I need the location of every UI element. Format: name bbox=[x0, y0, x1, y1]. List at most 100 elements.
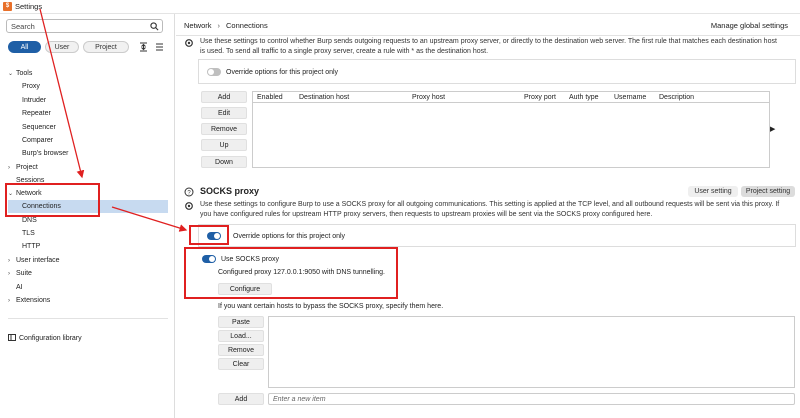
tree-item-sequencer[interactable]: Sequencer bbox=[22, 121, 56, 134]
upstream-override-toggle[interactable] bbox=[207, 68, 221, 76]
socks-description: Use these settings to configure Burp to … bbox=[200, 200, 796, 220]
table-header: Enabled Destination host Proxy host Prox… bbox=[253, 92, 769, 103]
new-item-input[interactable]: Enter a new item bbox=[268, 393, 795, 405]
tree-label: HTTP bbox=[22, 243, 41, 250]
socks-override-box: Override options for this project only bbox=[198, 224, 796, 247]
annotation-box-network bbox=[5, 183, 100, 217]
breadcrumb: Network › Connections bbox=[184, 21, 268, 30]
gear-icon bbox=[185, 39, 193, 47]
upstream-desc-line-2: is used. To send all traffic to a single… bbox=[200, 48, 489, 55]
tree-item-tools[interactable]: ⌄ Tools bbox=[8, 67, 32, 80]
tree-item-burps-browser[interactable]: Burp's browser bbox=[22, 147, 68, 160]
upstream-add-button[interactable]: Add bbox=[201, 91, 247, 103]
filter-all-button[interactable]: All bbox=[8, 41, 41, 53]
upstream-rules-table[interactable]: Enabled Destination host Proxy host Prox… bbox=[252, 91, 770, 168]
gear-icon bbox=[185, 202, 193, 210]
column-header[interactable]: Destination host bbox=[299, 94, 349, 101]
chevron-right-icon: › bbox=[8, 164, 10, 171]
chevron-right-icon: › bbox=[8, 270, 10, 277]
tree-label: Intruder bbox=[22, 97, 47, 104]
upstream-up-button[interactable]: Up bbox=[201, 139, 247, 151]
socks-desc-line-2: you have configured rules for upstream H… bbox=[200, 211, 653, 218]
tree-label: Extensions bbox=[16, 297, 51, 304]
library-icon bbox=[8, 334, 16, 343]
tree-item-project[interactable]: › Project bbox=[8, 161, 38, 174]
tree-item-user-interface[interactable]: › User interface bbox=[8, 254, 60, 267]
tree-label: User interface bbox=[16, 257, 60, 264]
upstream-down-button[interactable]: Down bbox=[201, 156, 247, 168]
search-icon[interactable] bbox=[148, 20, 160, 32]
tree-item-repeater[interactable]: Repeater bbox=[22, 107, 51, 120]
tree-item-ai[interactable]: AI bbox=[16, 281, 23, 294]
main-header: Network › Connections Manage global sett… bbox=[176, 14, 800, 36]
filter-bar: All User Project bbox=[8, 41, 165, 53]
title-bar: $ Settings bbox=[0, 0, 800, 14]
bypass-remove-button[interactable]: Remove bbox=[218, 344, 264, 356]
bypass-paste-button[interactable]: Paste bbox=[218, 316, 264, 328]
tree-item-http[interactable]: HTTP bbox=[22, 240, 40, 253]
bypass-add-button[interactable]: Add bbox=[218, 393, 264, 405]
tree-label: TLS bbox=[22, 230, 35, 237]
tree-label: Proxy bbox=[22, 83, 40, 90]
tree-item-extensions[interactable]: › Extensions bbox=[8, 294, 50, 307]
main-content: Use these settings to control whether Bu… bbox=[176, 37, 800, 418]
column-header[interactable]: Enabled bbox=[257, 94, 283, 101]
chevron-right-icon: › bbox=[217, 21, 221, 30]
annotation-box-override-toggle bbox=[189, 225, 229, 245]
filter-project-button[interactable]: Project bbox=[83, 41, 129, 53]
column-header[interactable]: Auth type bbox=[569, 94, 599, 101]
sidebar-divider bbox=[8, 318, 168, 319]
annotation-box-socks-config bbox=[184, 247, 398, 299]
socks-section-title: SOCKS proxy bbox=[200, 186, 260, 196]
column-header[interactable]: Username bbox=[614, 94, 646, 101]
tree-item-intruder[interactable]: Intruder bbox=[22, 94, 46, 107]
upstream-edit-button[interactable]: Edit bbox=[201, 107, 247, 119]
scroll-right-icon[interactable]: ▶ bbox=[770, 125, 775, 133]
breadcrumb-network[interactable]: Network bbox=[184, 21, 212, 30]
upstream-override-box: Override options for this project only bbox=[198, 59, 796, 84]
tree-label: Configuration library bbox=[19, 335, 82, 342]
column-header[interactable]: Proxy host bbox=[412, 94, 445, 101]
tree-label: Repeater bbox=[22, 110, 51, 117]
tree-label: Project bbox=[16, 164, 38, 171]
window-title: Settings bbox=[15, 2, 43, 11]
tree-item-comparer[interactable]: Comparer bbox=[22, 134, 53, 147]
tree-label: DNS bbox=[22, 217, 37, 224]
search-placeholder: Search bbox=[11, 21, 35, 31]
burp-logo-icon: $ bbox=[3, 2, 12, 11]
socks-desc-line-1: Use these settings to configure Burp to … bbox=[200, 201, 780, 208]
chevron-down-icon: ⌄ bbox=[8, 71, 14, 77]
chevron-right-icon: › bbox=[8, 297, 10, 304]
tree-label: Comparer bbox=[22, 137, 54, 144]
filter-user-button[interactable]: User bbox=[45, 41, 79, 53]
tree-item-tls[interactable]: TLS bbox=[22, 227, 35, 240]
tree-item-configuration-library[interactable]: Configuration library bbox=[8, 332, 82, 345]
tree-label: Tools bbox=[16, 70, 33, 77]
chevron-right-icon: › bbox=[8, 257, 10, 264]
column-header[interactable]: Proxy port bbox=[524, 94, 556, 101]
expand-all-icon[interactable] bbox=[137, 41, 149, 53]
column-header[interactable]: Description bbox=[659, 94, 694, 101]
collapse-all-icon[interactable] bbox=[153, 41, 165, 53]
bypass-hosts-list[interactable] bbox=[268, 316, 795, 388]
tree-label: Suite bbox=[16, 270, 32, 277]
tree-label: Sequencer bbox=[22, 124, 56, 131]
tree-item-suite[interactable]: › Suite bbox=[8, 267, 32, 280]
project-setting-tag[interactable]: Project setting bbox=[741, 186, 795, 197]
tree-label: Burp's browser bbox=[22, 150, 69, 157]
manage-global-settings-link[interactable]: Manage global settings bbox=[711, 21, 788, 30]
tree-label: AI bbox=[16, 284, 23, 291]
breadcrumb-connections: Connections bbox=[226, 21, 268, 30]
tree-item-proxy[interactable]: Proxy bbox=[22, 80, 40, 93]
bypass-description: If you want certain hosts to bypass the … bbox=[218, 303, 444, 310]
bypass-load-button[interactable]: Load... bbox=[218, 330, 264, 342]
upstream-remove-button[interactable]: Remove bbox=[201, 123, 247, 135]
socks-override-label: Override options for this project only bbox=[233, 232, 346, 240]
upstream-description: Use these settings to control whether Bu… bbox=[200, 37, 796, 57]
search-input[interactable]: Search bbox=[6, 19, 163, 33]
upstream-desc-line-1: Use these settings to control whether Bu… bbox=[200, 38, 777, 45]
user-setting-tag[interactable]: User setting bbox=[688, 186, 738, 197]
bypass-clear-button[interactable]: Clear bbox=[218, 358, 264, 370]
help-icon[interactable]: ? bbox=[184, 187, 194, 197]
upstream-override-label: Override options for this project only bbox=[226, 68, 339, 76]
